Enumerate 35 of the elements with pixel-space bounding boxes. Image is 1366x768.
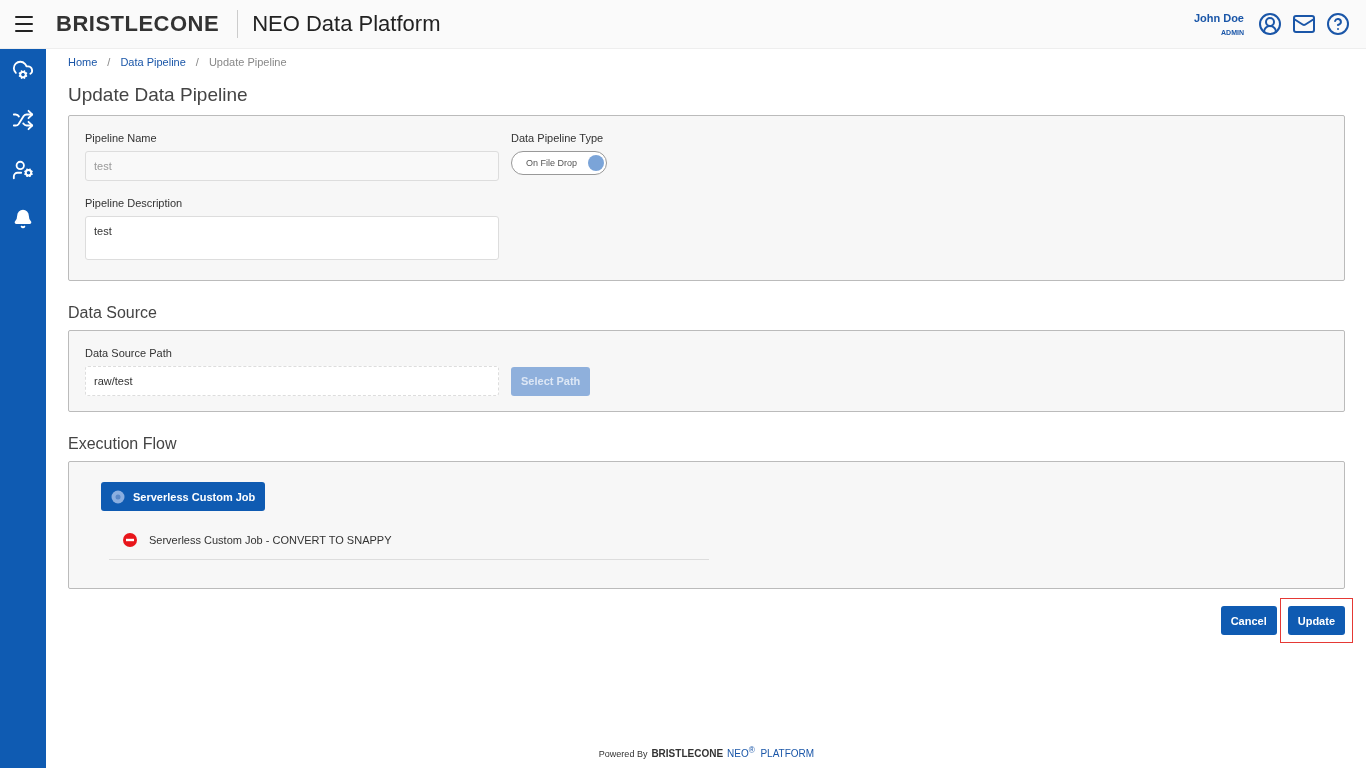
remove-icon[interactable]: [123, 533, 137, 547]
bell-icon: [13, 209, 33, 229]
breadcrumb-link[interactable]: Home: [68, 56, 98, 68]
footer-product: NEO$^{®}$ PLATFORM: [727, 744, 815, 759]
field-label: Data Source Path: [85, 347, 173, 359]
field-label: Pipeline Name: [85, 132, 158, 144]
page-title: Update Data Pipeline: [68, 84, 249, 106]
breadcrumb-link[interactable]: Data Pipeline: [120, 56, 186, 68]
powered-by-text: Powered By: [598, 749, 648, 759]
sidebar-item[interactable]: [13, 209, 33, 229]
app-title: NEO Data Platform: [252, 11, 441, 37]
pipeline-type-toggle[interactable]: On File Drop: [511, 151, 607, 175]
cloud-network-icon: [12, 59, 34, 81]
sidebar-item[interactable]: [12, 59, 34, 81]
job-button[interactable]: Serverless Custom Job: [101, 482, 266, 511]
action-button[interactable]: Update: [1287, 606, 1345, 635]
help-button[interactable]: [1326, 12, 1350, 36]
section-title: Data Source: [68, 304, 158, 322]
path-field[interactable]: raw/test: [85, 366, 499, 396]
user-name: John Doe: [1193, 12, 1244, 24]
breadcrumb-link[interactable]: Update Pipeline: [208, 56, 287, 68]
breadcrumb-separator: /: [195, 56, 199, 68]
field-label: Pipeline Description: [85, 197, 184, 209]
section-title: Execution Flow: [68, 435, 178, 453]
sidebar-item[interactable]: [12, 109, 34, 131]
footer-brand: BRISTLECONE: [651, 748, 724, 759]
breadcrumb-separator: /: [107, 56, 111, 68]
brand-logo: BRISTLECONE: [56, 10, 239, 38]
action-button[interactable]: Cancel: [1220, 606, 1277, 635]
profile-button[interactable]: [1258, 12, 1282, 36]
mail-button[interactable]: [1292, 12, 1316, 36]
job-item: Serverless Custom Job - CONVERT TO SNAPPY: [149, 534, 392, 546]
description-field[interactable]: test: [85, 216, 499, 260]
field-label: Data Pipeline Type: [511, 132, 605, 144]
shuffle-arrows-icon: [12, 109, 34, 131]
